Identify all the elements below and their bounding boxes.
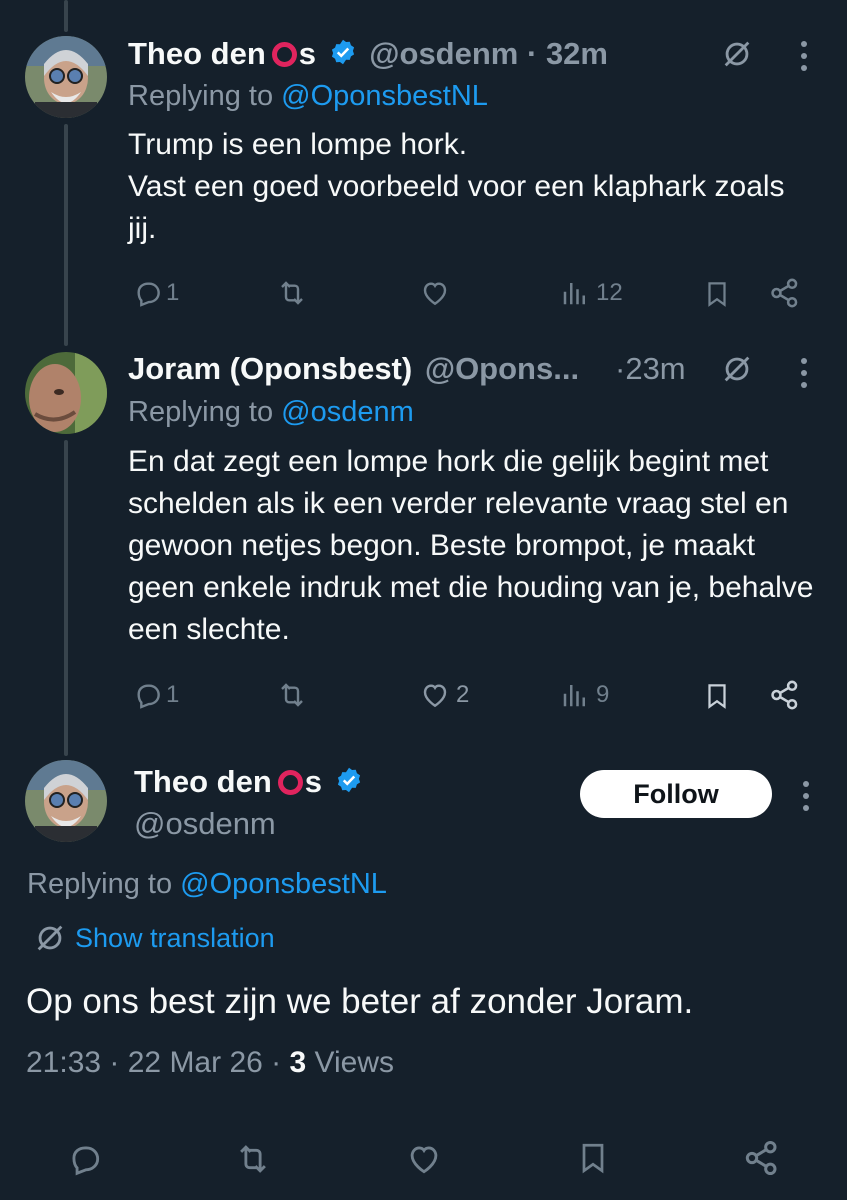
avatar[interactable]: [25, 352, 107, 434]
more-icon[interactable]: [801, 358, 809, 394]
reply-icon: [137, 684, 160, 709]
reply-button[interactable]: [66, 1140, 104, 1178]
replying-to-link[interactable]: @OponsbestNL: [281, 80, 488, 112]
author-name[interactable]: Joram (Oponsbest): [128, 351, 412, 386]
show-translation-label: Show translation: [75, 922, 275, 953]
view-count: 12: [596, 279, 623, 306]
retweet-icon: [281, 683, 303, 707]
share-icon: [771, 680, 798, 710]
more-icon[interactable]: [803, 781, 811, 817]
thread-line-2: [64, 440, 68, 756]
author-name-suffix[interactable]: s: [299, 36, 316, 71]
separator: ·: [518, 36, 546, 71]
tweet-timestamp[interactable]: 21:33 · 22 Mar 26 ·: [26, 1046, 289, 1079]
like-button[interactable]: [404, 1140, 444, 1178]
views-icon: [563, 283, 585, 305]
avatar[interactable]: [25, 760, 107, 842]
more-icon[interactable]: [801, 41, 809, 77]
show-translation-button[interactable]: Show translation: [33, 921, 275, 955]
views-button[interactable]: 12: [560, 277, 623, 309]
circle-emoji-icon: [277, 770, 303, 795]
separator: ·: [615, 351, 626, 386]
thread-line-1: [64, 124, 68, 346]
retweet-button[interactable]: [274, 679, 310, 711]
tweet-time[interactable]: 32m: [546, 36, 608, 71]
share-icon: [745, 1141, 777, 1175]
translate-icon[interactable]: [720, 37, 754, 76]
like-button[interactable]: 2: [418, 679, 469, 711]
translate-icon: [37, 925, 63, 951]
translate-icon[interactable]: [720, 352, 754, 391]
bookmark-icon: [708, 282, 726, 307]
thread-line-top: [64, 0, 68, 32]
bookmark-button[interactable]: [702, 277, 732, 311]
views-button[interactable]: 9: [560, 679, 609, 711]
retweet-icon: [281, 281, 303, 305]
author-handle[interactable]: @Opons...: [425, 351, 579, 386]
like-icon: [423, 282, 447, 306]
views-icon: [563, 685, 585, 707]
replying-to-label: Replying to: [128, 80, 274, 112]
share-button[interactable]: [768, 276, 802, 310]
replying-to-label: Replying to: [27, 868, 173, 900]
reply-count: 1: [166, 681, 180, 708]
replying-to-label: Replying to: [128, 396, 274, 428]
bookmark-button[interactable]: [702, 679, 732, 713]
reply-icon: [137, 282, 160, 307]
bookmark-button[interactable]: [575, 1138, 611, 1178]
share-button[interactable]: [768, 678, 802, 712]
replying-to-link[interactable]: @osdenm: [281, 396, 414, 428]
tweet-text: En dat zegt een lompe hork die gelijk be…: [128, 445, 814, 646]
share-button[interactable]: [742, 1138, 782, 1178]
reply-button[interactable]: 1: [132, 277, 179, 309]
author-handle[interactable]: @osdenm: [134, 806, 276, 842]
views-label: Views: [314, 1046, 394, 1079]
retweet-icon: [240, 1145, 266, 1173]
tweet-text: Trump is een lompe hork. Vast een goed v…: [128, 128, 785, 245]
main-tweet-text: Op ons best zijn we beter af zonder Jora…: [26, 982, 694, 1021]
follow-button[interactable]: Follow: [580, 770, 772, 818]
author-name[interactable]: Theo den: [134, 764, 272, 799]
views-count: 3: [289, 1046, 307, 1079]
retweet-button[interactable]: [274, 277, 310, 309]
author-handle[interactable]: @osdenm: [369, 36, 518, 71]
circle-emoji-icon: [271, 42, 297, 67]
verified-badge-icon[interactable]: [329, 38, 357, 74]
verified-badge-icon[interactable]: [335, 766, 363, 802]
view-count: 9: [596, 681, 610, 708]
like-icon: [410, 1146, 438, 1174]
like-button[interactable]: [418, 277, 452, 309]
reply-icon: [72, 1146, 100, 1176]
avatar[interactable]: [25, 36, 107, 118]
replying-to-link[interactable]: @OponsbestNL: [180, 868, 387, 900]
reply-button[interactable]: 1: [132, 679, 179, 711]
bookmark-icon: [582, 1143, 604, 1174]
reply-count: 1: [166, 279, 180, 306]
bookmark-icon: [708, 684, 726, 709]
like-icon: [423, 684, 447, 708]
author-name-suffix[interactable]: s: [305, 764, 322, 799]
author-name[interactable]: Theo den: [128, 36, 266, 71]
share-icon: [771, 278, 798, 308]
like-count: 2: [456, 681, 470, 708]
retweet-button[interactable]: [232, 1140, 274, 1178]
tweet-time[interactable]: 23m: [625, 351, 685, 386]
